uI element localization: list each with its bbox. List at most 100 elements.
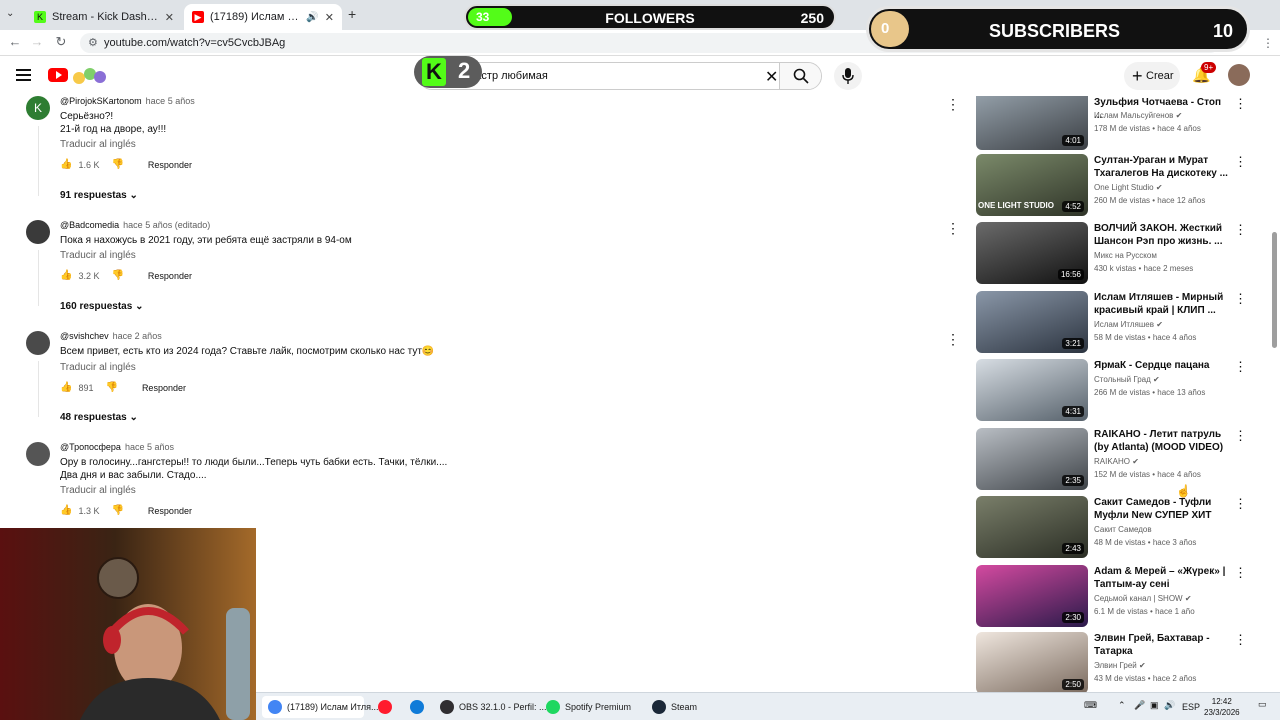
speaker-icon[interactable]: 🔊 — [306, 12, 318, 23]
comment-avatar[interactable] — [26, 442, 50, 466]
avatar[interactable] — [1228, 64, 1250, 86]
video-channel[interactable]: One Light Studio ✔ — [1094, 183, 1163, 192]
video-item[interactable]: 2:30 Adam & Мерей – «Жүрек» | Таптым-ау с… — [976, 565, 1266, 627]
reply-button[interactable]: Responder — [148, 506, 192, 516]
video-channel[interactable]: Микс на Русском — [1094, 251, 1157, 260]
search-button[interactable] — [779, 63, 821, 89]
video-channel[interactable]: Седьмой канал | SHOW ✔ — [1094, 594, 1192, 603]
video-channel[interactable]: Элвин Грей ✔ — [1094, 661, 1146, 670]
replies-toggle[interactable]: 91 respuestas ⌄ — [60, 190, 138, 201]
video-item[interactable]: 2:50 Элвин Грей, Бахтавар - Татарка Элвин … — [976, 632, 1266, 692]
new-tab-button[interactable]: + — [348, 6, 356, 22]
video-channel[interactable]: Стольный Град ✔ — [1094, 375, 1160, 384]
video-item[interactable]: 4:01 Зульфия Чотчаева - Стоп ... Ислам Мал… — [976, 96, 1266, 150]
video-thumbnail[interactable]: 4:01 — [976, 96, 1088, 150]
replies-toggle[interactable]: 160 respuestas ⌄ — [60, 301, 143, 312]
video-title[interactable]: Султан-Ураган и Мурат Тхагалегов На диск… — [1094, 154, 1232, 180]
reload-icon[interactable]: ↻ — [52, 34, 70, 50]
tab-search-button[interactable]: ⌄ — [6, 8, 20, 22]
video-thumbnail[interactable]: ONE LIGHT STUDIO 4:52 — [976, 154, 1088, 216]
forward-icon[interactable]: → — [28, 34, 46, 49]
translate-link[interactable]: Traducir al inglés — [60, 250, 136, 261]
comment-avatar[interactable] — [26, 220, 50, 244]
video-title[interactable]: Сакит Самедов - Туфли Муфли New СУПЕР ХИ… — [1094, 496, 1232, 522]
video-title[interactable]: ЯрмаК - Сердце пацана — [1094, 359, 1232, 372]
voice-search-button[interactable] — [834, 62, 862, 90]
create-button[interactable]: Crear — [1124, 62, 1180, 90]
tab-youtube[interactable]: ▶ (17189) Ислам Итляшев, С 🔊 ✕ — [184, 4, 342, 30]
video-more-icon[interactable]: ⋮ — [1234, 496, 1247, 512]
taskbar-spotify[interactable]: Spotify Premium — [540, 696, 638, 718]
video-channel[interactable]: RAIKAHO ✔ — [1094, 457, 1139, 466]
page-scrollbar[interactable] — [1271, 96, 1278, 692]
youtube-logo[interactable] — [48, 68, 68, 82]
video-channel[interactable]: Ислам Итляшев ✔ — [1094, 320, 1163, 329]
comment-avatar[interactable] — [26, 331, 50, 355]
video-thumbnail[interactable]: 2:43 — [976, 496, 1088, 558]
comment-more-icon[interactable]: ⋮ — [946, 96, 960, 113]
dislike-icon[interactable]: 👎 — [105, 382, 117, 393]
video-item[interactable]: 2:35 RAIKAHO - Летит патруль (by Atlanta)… — [976, 428, 1266, 490]
taskbar-steam[interactable]: Steam — [646, 696, 706, 718]
keyboard-icon[interactable]: ⌨ — [1084, 700, 1097, 711]
translate-link[interactable]: Traducir al inglés — [60, 139, 136, 150]
taskbar-obs[interactable]: OBS 32.1.0 - Perfil: ... — [434, 696, 547, 718]
comment-author-name[interactable]: @svishchev — [60, 331, 109, 341]
comment-more-icon[interactable]: ⋮ — [946, 220, 960, 237]
tab-kick-dashboard[interactable]: K Stream - Kick Dashboard ✕ — [26, 4, 182, 30]
browser-menu-icon[interactable]: ⋮ — [1262, 36, 1274, 50]
clock[interactable]: 12:42 23/3/2026 — [1204, 696, 1240, 718]
like-icon[interactable]: 👍 — [60, 270, 72, 281]
comment-author-name[interactable]: @PirojokSKartonom — [60, 96, 142, 106]
scrollbar-thumb[interactable] — [1272, 232, 1277, 348]
video-title[interactable]: Ислам Итляшев - Мирный красивый край | К… — [1094, 291, 1232, 317]
video-more-icon[interactable]: ⋮ — [1234, 96, 1247, 112]
video-channel[interactable]: Сакит Самедов — [1094, 525, 1152, 534]
reply-button[interactable]: Responder — [142, 383, 186, 393]
video-channel[interactable]: Ислам Мальсуйгенов ✔ — [1094, 111, 1182, 120]
comment-author-name[interactable]: @Badcomedia — [60, 220, 119, 230]
video-item[interactable]: ONE LIGHT STUDIO 4:52 Султан-Ураган и Мура… — [976, 154, 1266, 216]
video-title[interactable]: ВОЛЧИЙ ЗАКОН. Жесткий Шансон Рэп про жиз… — [1094, 222, 1232, 248]
dislike-icon[interactable]: 👎 — [111, 159, 123, 170]
video-item[interactable]: 2:43 Сакит Самедов - Туфли Муфли New СУПЕ… — [976, 496, 1266, 558]
video-more-icon[interactable]: ⋮ — [1234, 222, 1247, 238]
close-icon[interactable]: ✕ — [325, 11, 334, 24]
video-more-icon[interactable]: ⋮ — [1234, 359, 1247, 375]
video-more-icon[interactable]: ⋮ — [1234, 291, 1247, 307]
video-item[interactable]: 4:31 ЯрмаК - Сердце пацана Стольный Град ✔… — [976, 359, 1266, 421]
back-icon[interactable]: ← — [6, 34, 24, 49]
video-thumbnail[interactable]: 4:31 — [976, 359, 1088, 421]
video-item[interactable]: 3:21 Ислам Итляшев - Мирный красивый край… — [976, 291, 1266, 353]
translate-link[interactable]: Traducir al inglés — [60, 485, 136, 496]
reply-button[interactable]: Responder — [148, 160, 192, 170]
video-thumbnail[interactable]: 3:21 — [976, 291, 1088, 353]
video-more-icon[interactable]: ⋮ — [1234, 428, 1247, 444]
video-thumbnail[interactable]: 16:56 — [976, 222, 1088, 284]
mic-tray-icon[interactable]: 🎤 — [1134, 700, 1145, 711]
reply-button[interactable]: Responder — [148, 271, 192, 281]
taskbar-edge[interactable] — [404, 696, 430, 718]
video-item[interactable]: 16:56 ВОЛЧИЙ ЗАКОН. Жесткий Шансон Рэп пр… — [976, 222, 1266, 284]
dislike-icon[interactable]: 👎 — [111, 270, 123, 281]
comment-author-name[interactable]: @Тропосфера — [60, 442, 121, 452]
like-icon[interactable]: 👍 — [60, 382, 72, 393]
video-title[interactable]: RAIKAHO - Летит патруль (by Atlanta) (MO… — [1094, 428, 1232, 454]
network-icon[interactable]: ▣ — [1150, 700, 1159, 711]
video-thumbnail[interactable]: 2:30 — [976, 565, 1088, 627]
menu-icon[interactable] — [16, 69, 31, 81]
video-thumbnail[interactable]: 2:50 — [976, 632, 1088, 692]
taskbar-chrome[interactable]: (17189) Ислам Итля... — [262, 696, 378, 718]
clear-icon[interactable]: ✕ — [765, 67, 778, 87]
youtube-doodle[interactable] — [70, 66, 108, 86]
comment-avatar[interactable]: K — [26, 96, 50, 120]
dislike-icon[interactable]: 👎 — [111, 505, 123, 516]
comment-more-icon[interactable]: ⋮ — [946, 331, 960, 348]
taskbar-opera[interactable] — [372, 696, 398, 718]
volume-icon[interactable]: 🔊 — [1164, 700, 1175, 711]
close-icon[interactable]: ✕ — [165, 11, 174, 24]
video-more-icon[interactable]: ⋮ — [1234, 154, 1247, 170]
video-more-icon[interactable]: ⋮ — [1234, 632, 1247, 648]
chevron-up-icon[interactable]: ⌃ — [1118, 700, 1126, 711]
video-more-icon[interactable]: ⋮ — [1234, 565, 1247, 581]
